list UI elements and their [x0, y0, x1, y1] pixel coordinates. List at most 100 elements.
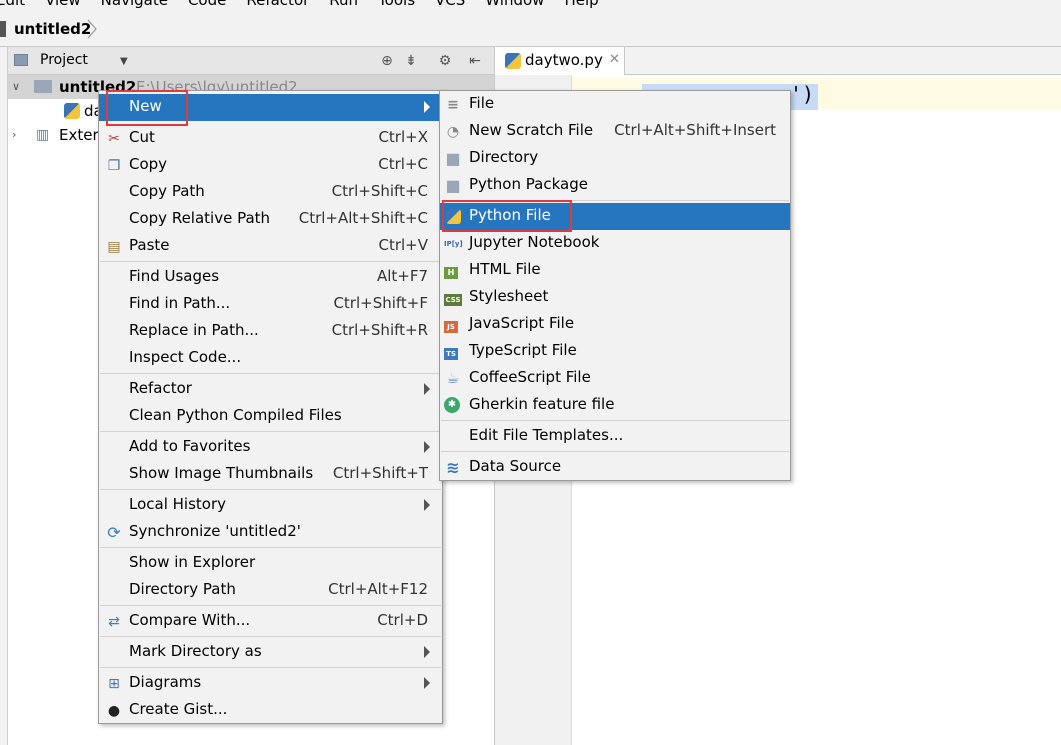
menu-help[interactable]: Help	[564, 0, 598, 9]
menu-separator	[100, 636, 441, 637]
submenu-arrow-icon	[424, 101, 430, 113]
project-icon	[14, 54, 28, 66]
menu-item-label: Compare With...	[129, 611, 251, 629]
gherkin-icon: ✱	[444, 397, 460, 413]
sync-icon: ⟳	[107, 523, 121, 542]
menu-navigate[interactable]: Navigate	[101, 0, 168, 9]
editor-tab-bar: daytwo.py ✕	[494, 47, 1061, 75]
menu-item-replace-in-path[interactable]: Replace in Path... Ctrl+Shift+R	[99, 318, 442, 345]
menu-item-shortcut: Ctrl+Alt+Shift+C	[298, 209, 428, 227]
menu-item-clean-compiled[interactable]: Clean Python Compiled Files	[99, 403, 442, 430]
menu-item-shortcut: Ctrl+Shift+R	[331, 321, 428, 339]
close-icon[interactable]: ✕	[609, 52, 620, 67]
menu-item-paste[interactable]: ▤ Paste Ctrl+V	[99, 233, 442, 260]
gear-icon[interactable]: ⚙	[436, 52, 454, 70]
new-item-directory[interactable]: ■ Directory	[440, 145, 790, 172]
submenu-arrow-icon	[424, 646, 430, 658]
new-item-javascript[interactable]: JS JavaScript File	[440, 311, 790, 338]
scissors-icon: ✂	[108, 131, 120, 147]
menu-item-shortcut: Ctrl+C	[378, 155, 428, 173]
menu-item-shortcut: Alt+F7	[376, 267, 428, 285]
menu-separator	[100, 489, 441, 490]
compare-icon: ⇄	[108, 614, 120, 630]
menu-item-compare-with[interactable]: ⇄ Compare With... Ctrl+D	[99, 608, 442, 635]
menu-item-cut[interactable]: ✂ Cut Ctrl+X	[99, 125, 442, 152]
submenu-arrow-icon	[424, 383, 430, 395]
menu-item-label: TypeScript File	[469, 341, 577, 359]
menu-code[interactable]: Code	[188, 0, 226, 9]
menu-tools[interactable]: Tools	[378, 0, 415, 9]
new-item-edit-templates[interactable]: Edit File Templates...	[440, 423, 790, 450]
menu-item-label: Find Usages	[129, 267, 220, 285]
menu-item-label: Edit File Templates...	[469, 426, 624, 444]
folder-icon	[0, 21, 6, 37]
menu-item-label: Cut	[129, 128, 155, 146]
locate-icon[interactable]: ⊕	[378, 52, 396, 70]
menu-view[interactable]: View	[45, 0, 81, 9]
menu-item-synchronize[interactable]: ⟳ Synchronize 'untitled2'	[99, 519, 442, 546]
menu-item-local-history[interactable]: Local History	[99, 492, 442, 519]
collapse-all-icon[interactable]: ⇟	[402, 52, 420, 70]
menu-item-diagrams[interactable]: ⊞ Diagrams	[99, 670, 442, 697]
new-item-typescript[interactable]: TS TypeScript File	[440, 338, 790, 365]
menu-item-mark-directory[interactable]: Mark Directory as	[99, 639, 442, 666]
submenu-arrow-icon	[424, 499, 430, 511]
new-item-scratch-file[interactable]: ◔ New Scratch File Ctrl+Alt+Shift+Insert	[440, 118, 790, 145]
submenu-arrow-icon	[424, 677, 430, 689]
tab-daytwo[interactable]: daytwo.py ✕	[495, 47, 625, 75]
new-item-file[interactable]: ≡ File	[440, 91, 790, 118]
new-item-html[interactable]: H HTML File	[440, 257, 790, 284]
package-icon: ■	[445, 176, 461, 195]
github-icon: ●	[107, 703, 121, 719]
menu-item-label: CoffeeScript File	[469, 368, 591, 386]
menu-item-copy-path[interactable]: Copy Path Ctrl+Shift+C	[99, 179, 442, 206]
highlight-box-new	[106, 90, 188, 126]
menu-item-inspect-code[interactable]: Inspect Code...	[99, 345, 442, 372]
menu-refactor[interactable]: Refactor	[246, 0, 309, 9]
menu-item-directory-path[interactable]: Directory Path Ctrl+Alt+F12	[99, 577, 442, 604]
menu-item-shortcut: Ctrl+Shift+T	[332, 464, 428, 482]
project-panel-title[interactable]: Project	[40, 52, 88, 68]
menu-vcs[interactable]: VCS	[435, 0, 465, 9]
new-item-python-package[interactable]: ■ Python Package	[440, 172, 790, 199]
diagram-icon: ⊞	[108, 676, 120, 692]
menu-item-show-in-explorer[interactable]: Show in Explorer	[99, 550, 442, 577]
menu-item-refactor[interactable]: Refactor	[99, 376, 442, 403]
chevron-down-icon[interactable]: ▼	[120, 56, 128, 67]
menu-item-label: Data Source	[469, 457, 562, 475]
menu-item-find-usages[interactable]: Find Usages Alt+F7	[99, 264, 442, 291]
menu-item-label: Stylesheet	[469, 287, 549, 305]
menu-item-copy-relative-path[interactable]: Copy Relative Path Ctrl+Alt+Shift+C	[99, 206, 442, 233]
menu-item-label: Copy Path	[129, 182, 205, 200]
menu-item-copy[interactable]: ❐ Copy Ctrl+C	[99, 152, 442, 179]
javascript-icon: JS	[444, 321, 458, 333]
code-line-text: ')	[790, 82, 815, 106]
new-item-jupyter[interactable]: IP[y] Jupyter Notebook	[440, 230, 790, 257]
chevron-down-icon[interactable]: ∨	[12, 75, 20, 99]
menu-edit[interactable]: Edit	[0, 0, 25, 9]
jupyter-icon: IP[y]	[444, 240, 463, 248]
menu-window[interactable]: Window	[485, 0, 544, 9]
menu-item-create-gist[interactable]: ● Create Gist...	[99, 697, 442, 724]
html-icon: H	[444, 267, 458, 279]
menu-item-show-thumbnails[interactable]: Show Image Thumbnails Ctrl+Shift+T	[99, 461, 442, 488]
menu-separator	[100, 605, 441, 606]
menu-item-label: Local History	[129, 495, 227, 513]
highlight-box-python-file	[442, 200, 572, 232]
menu-item-label: Mark Directory as	[129, 642, 262, 660]
new-item-coffeescript[interactable]: ☕ CoffeeScript File	[440, 365, 790, 392]
menu-separator	[100, 667, 441, 668]
new-item-data-source[interactable]: ≋ Data Source	[440, 454, 790, 481]
python-file-icon	[505, 53, 521, 69]
menu-item-label: File	[469, 94, 495, 112]
menu-item-find-in-path[interactable]: Find in Path... Ctrl+Shift+F	[99, 291, 442, 318]
menu-item-label: Inspect Code...	[129, 348, 242, 366]
menu-run[interactable]: Run	[329, 0, 358, 9]
new-item-stylesheet[interactable]: CSS Stylesheet	[440, 284, 790, 311]
breadcrumb-project[interactable]: untitled2	[14, 20, 91, 38]
menu-separator	[441, 451, 789, 452]
menu-item-add-to-favorites[interactable]: Add to Favorites	[99, 434, 442, 461]
new-item-gherkin[interactable]: ✱ Gherkin feature file	[440, 392, 790, 419]
chevron-right-icon[interactable]: ›	[12, 123, 16, 147]
hide-panel-icon[interactable]: ⇤	[466, 52, 484, 70]
